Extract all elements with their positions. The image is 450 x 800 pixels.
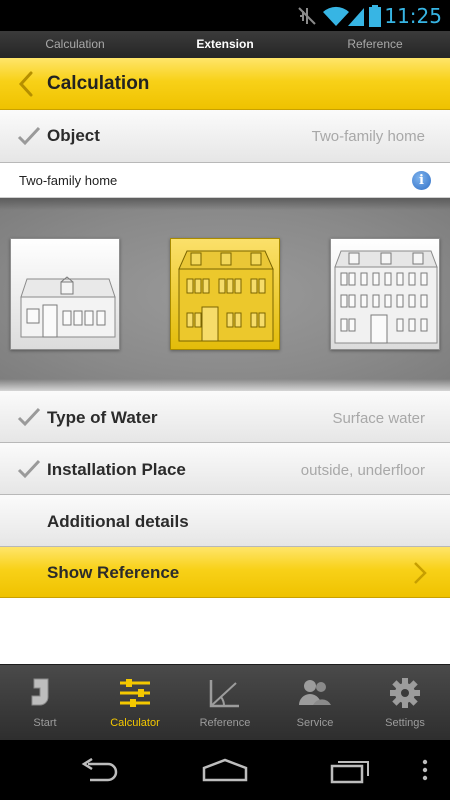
multi-family-house-icon — [334, 250, 438, 344]
object-value: Two-family home — [311, 128, 425, 145]
wifi-icon — [323, 6, 349, 27]
top-tabs: Calculation Extension Reference — [0, 31, 450, 58]
nav-service[interactable]: Service — [270, 665, 360, 740]
house-option-single-family[interactable] — [10, 238, 120, 350]
show-reference-button[interactable]: Show Reference — [0, 547, 450, 598]
overflow-menu-icon[interactable] — [421, 758, 429, 784]
checkmark-icon — [17, 459, 41, 479]
status-time: 11:25 — [384, 4, 442, 28]
page-title: Calculation — [47, 73, 150, 94]
bottom-nav: Start Calculator Reference Service Setti… — [0, 664, 450, 740]
battery-icon — [369, 5, 381, 27]
additional-details-row[interactable]: Additional details — [0, 495, 450, 547]
object-label: Object — [47, 126, 100, 145]
show-reference-label: Show Reference — [47, 563, 180, 582]
nav-reference-label: Reference — [199, 717, 251, 729]
object-row[interactable]: Object Two-family home — [0, 110, 450, 163]
sliders-icon — [120, 679, 150, 707]
water-type-row[interactable]: Type of Water Surface water — [0, 391, 450, 443]
recent-apps-icon[interactable] — [330, 758, 374, 784]
home-icon[interactable] — [200, 758, 250, 784]
nav-calculator[interactable]: Calculator — [90, 665, 180, 740]
back-arrow-icon[interactable] — [16, 70, 38, 98]
nav-settings-label: Settings — [385, 717, 425, 729]
house-selector — [0, 198, 450, 391]
nav-calculator-label: Calculator — [110, 717, 160, 729]
pipe-icon — [31, 678, 49, 706]
nav-settings[interactable]: Settings — [360, 665, 450, 740]
signal-icon — [348, 8, 364, 26]
additional-details-label: Additional details — [47, 512, 189, 531]
installation-place-label: Installation Place — [47, 460, 186, 479]
nav-start[interactable]: Start — [0, 665, 90, 740]
object-subbar: Two-family home i — [0, 163, 450, 198]
water-type-label: Type of Water — [47, 408, 158, 427]
nav-start-label: Start — [33, 717, 57, 729]
installation-place-value: outside, underfloor — [300, 462, 425, 479]
back-icon[interactable] — [78, 758, 122, 784]
info-icon[interactable]: i — [412, 171, 431, 190]
two-family-house-icon — [178, 250, 274, 342]
water-type-value: Surface water — [332, 410, 425, 427]
status-bar: 11:25 — [0, 0, 450, 31]
chevron-right-icon — [414, 562, 427, 584]
house-option-two-family[interactable] — [170, 238, 280, 350]
users-icon — [299, 680, 331, 705]
content-filler — [0, 598, 450, 664]
nav-service-label: Service — [296, 717, 334, 729]
mute-icon — [298, 7, 316, 25]
checkmark-icon — [17, 126, 41, 146]
gear-icon — [390, 678, 420, 708]
tab-reference[interactable]: Reference — [300, 31, 450, 58]
installation-place-row[interactable]: Installation Place outside, underfloor — [0, 443, 450, 495]
page-header: Calculation — [0, 58, 450, 110]
tab-extension[interactable]: Extension — [150, 31, 300, 58]
system-nav-bar — [0, 740, 450, 800]
checkmark-icon — [17, 407, 41, 427]
selected-object-label: Two-family home — [19, 173, 118, 188]
protractor-icon — [209, 680, 239, 708]
house-option-multi-family[interactable] — [330, 238, 440, 350]
nav-reference[interactable]: Reference — [180, 665, 270, 740]
single-family-house-icon — [20, 276, 116, 338]
tab-calculation[interactable]: Calculation — [0, 31, 150, 58]
